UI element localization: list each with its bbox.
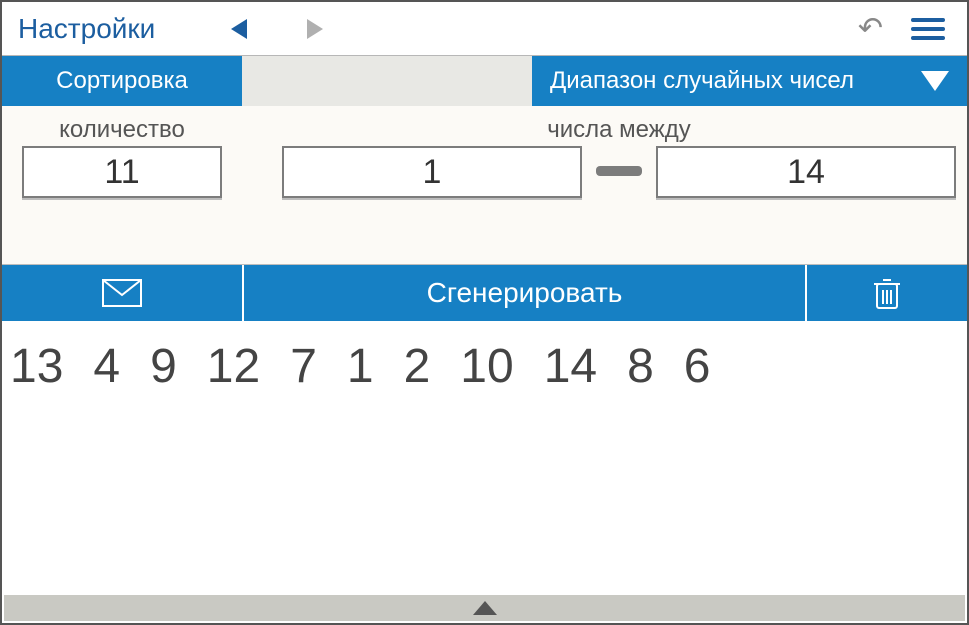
settings-button[interactable]: Настройки (2, 13, 171, 45)
action-bar: Сгенерировать (2, 265, 967, 321)
expand-up-icon (473, 601, 497, 615)
result-number: 4 (93, 339, 120, 394)
nav-arrows (171, 19, 323, 39)
undo-icon[interactable]: ↶ (858, 11, 883, 46)
tab-range[interactable]: Диапазон случайных чисел (532, 56, 967, 106)
between-label: числа между (547, 116, 691, 144)
mail-button[interactable] (2, 265, 242, 321)
result-number: 6 (684, 339, 711, 394)
bottom-handle[interactable] (4, 595, 965, 621)
nav-next-icon (307, 19, 323, 39)
result-number: 8 (627, 339, 654, 394)
tab-row: Сортировка Диапазон случайных чисел (2, 56, 967, 106)
trash-icon (873, 276, 901, 310)
result-number: 2 (404, 339, 431, 394)
result-number: 1 (347, 339, 374, 394)
between-group: числа между 1 14 (282, 116, 956, 198)
delete-button[interactable] (807, 265, 967, 321)
result-number: 14 (544, 339, 597, 394)
menu-icon[interactable] (911, 18, 945, 40)
tab-range-label: Диапазон случайных чисел (550, 67, 854, 95)
result-number: 9 (150, 339, 177, 394)
count-input[interactable]: 11 (22, 146, 222, 198)
result-number: 10 (460, 339, 513, 394)
dropdown-icon[interactable] (921, 71, 949, 91)
result-number: 7 (290, 339, 317, 394)
mail-icon (102, 279, 142, 307)
tab-sort[interactable]: Сортировка (2, 56, 242, 106)
range-dash-icon (596, 166, 642, 176)
count-group: количество 11 (22, 116, 222, 198)
to-input[interactable]: 14 (656, 146, 956, 198)
topbar: Настройки ↶ (2, 2, 967, 56)
inputs-panel: количество 11 числа между 1 14 (2, 106, 967, 265)
results-row: 134912712101486 (2, 321, 967, 412)
between-row: 1 14 (282, 146, 956, 198)
nav-prev-icon[interactable] (231, 19, 247, 39)
tab-spacer (242, 56, 532, 106)
generate-button[interactable]: Сгенерировать (242, 265, 807, 321)
result-number: 12 (207, 339, 260, 394)
result-number: 13 (10, 339, 63, 394)
topbar-right: ↶ (858, 11, 967, 46)
from-input[interactable]: 1 (282, 146, 582, 198)
count-label: количество (59, 116, 185, 144)
